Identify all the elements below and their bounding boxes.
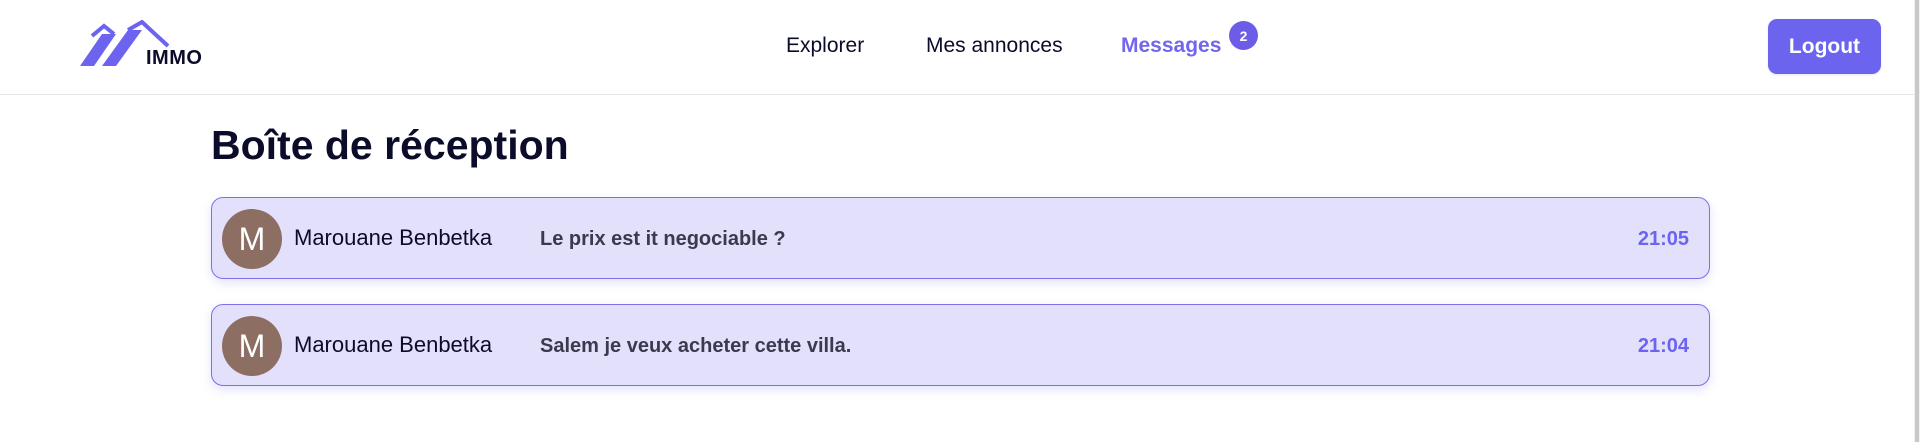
sender-name: Marouane Benbetka [294,332,493,357]
message-time: 21:04 [1637,335,1689,357]
message-time: 21:05 [1637,228,1689,250]
nav-explorer[interactable]: Explorer [786,34,864,58]
logout-button[interactable]: Logout [1768,19,1881,74]
brand-logo[interactable]: IMMO [80,20,220,72]
avatar: M [222,209,282,269]
top-header: IMMO Explorer Mes annonces Messages 2 Lo… [0,0,1920,95]
scrollbar-thumb[interactable] [1915,0,1919,442]
message-snippet: Le prix est it negociable ? [540,228,786,250]
page-title: Boîte de réception [211,122,569,168]
brand-name: IMMO [146,47,203,69]
message-row[interactable]: M Marouane Benbetka Salem je veux achete… [211,304,1710,386]
message-snippet: Salem je veux acheter cette villa. [540,335,852,357]
message-row[interactable]: M Marouane Benbetka Le prix est it negoc… [211,197,1710,279]
nav-mes-annonces[interactable]: Mes annonces [926,34,1063,58]
avatar: M [222,316,282,376]
unread-count-badge: 2 [1229,21,1258,50]
nav-messages[interactable]: Messages [1121,34,1221,58]
sender-name: Marouane Benbetka [294,225,493,250]
